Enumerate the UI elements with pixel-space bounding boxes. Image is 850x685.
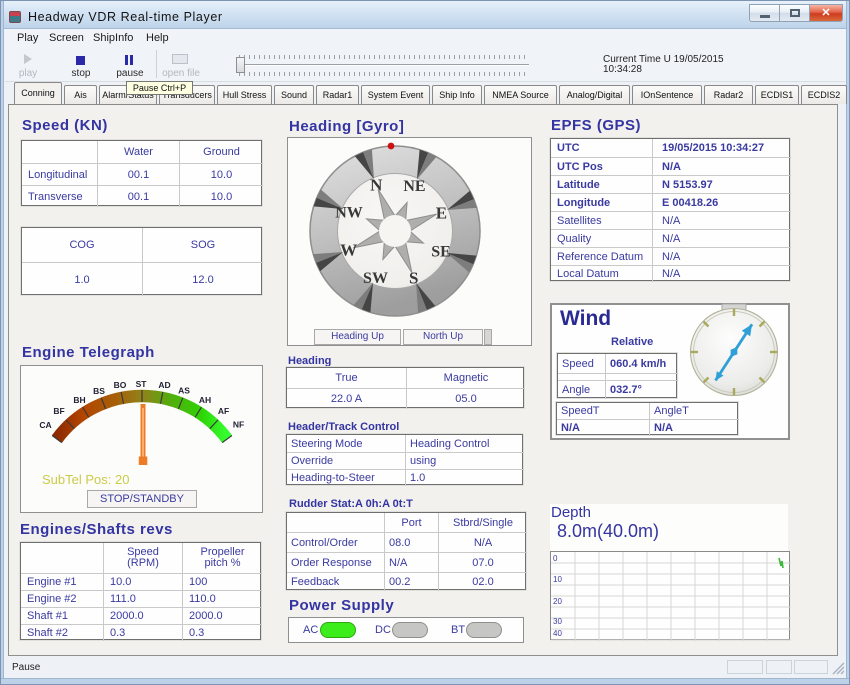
svg-text:BO: BO bbox=[114, 380, 127, 390]
svg-text:CA: CA bbox=[39, 420, 51, 430]
svg-text:SW: SW bbox=[363, 270, 388, 287]
svg-text:NW: NW bbox=[335, 205, 363, 222]
svg-text:BS: BS bbox=[93, 386, 105, 396]
svg-text:SE: SE bbox=[431, 244, 451, 261]
svg-text:AS: AS bbox=[178, 386, 190, 396]
svg-text:BH: BH bbox=[73, 395, 85, 405]
svg-text:E: E bbox=[436, 203, 447, 222]
svg-text:ST: ST bbox=[136, 379, 148, 389]
svg-text:AD: AD bbox=[158, 380, 170, 390]
svg-text:NF: NF bbox=[233, 420, 244, 430]
svg-text:AH: AH bbox=[199, 395, 211, 405]
svg-text:S: S bbox=[409, 268, 418, 287]
svg-text:BF: BF bbox=[53, 406, 64, 416]
svg-text:W: W bbox=[340, 241, 357, 260]
svg-text:N: N bbox=[370, 176, 383, 195]
svg-text:NE: NE bbox=[403, 178, 425, 195]
svg-text:AF: AF bbox=[218, 406, 229, 416]
